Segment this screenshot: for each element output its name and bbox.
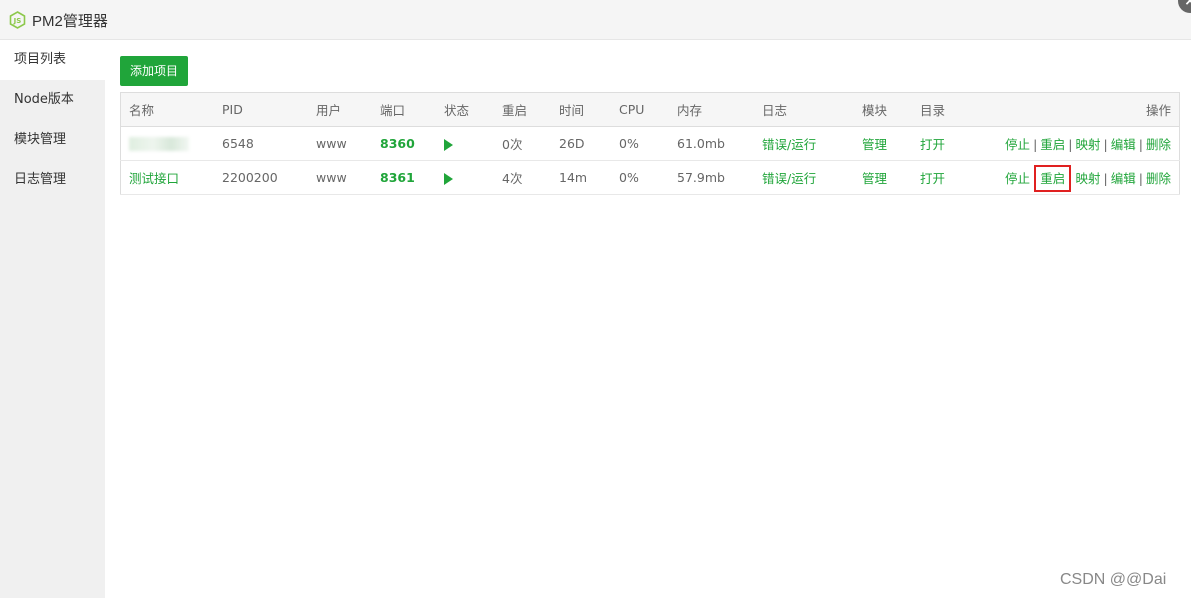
project-pid: 2200200 [222,160,316,195]
blurred-project-name [129,137,189,152]
add-project-button[interactable]: 添加项目 [120,56,189,86]
project-pid: 6548 [222,126,316,161]
header-name: 名称 [120,92,222,127]
open-dir-link[interactable]: 打开 [920,126,980,161]
table-row: 6548 www 8360 0次 26D 0% 61.0mb 错误/运行 管理 … [120,126,1180,161]
header-restarts: 重启 [502,92,559,127]
header-dir: 目录 [920,92,980,127]
sidebar: 项目列表 Node版本 模块管理 日志管理 [0,40,105,598]
svg-text:JS: JS [13,17,22,25]
nodejs-logo-icon: JS [9,11,26,29]
map-link[interactable]: 映射 [1076,137,1101,152]
header-port: 端口 [380,92,444,127]
project-memory: 61.0mb [677,126,762,161]
action-separator: | [1068,137,1073,152]
main-content: 添加项目 名称 PID 用户 端口 状态 重启 时间 CPU 内存 日志 模块 … [120,56,1180,195]
log-link[interactable]: 错误/运行 [762,160,862,195]
header-pid: PID [222,92,316,127]
module-manage-link[interactable]: 管理 [862,126,920,161]
delete-link[interactable]: 删除 [1146,171,1171,186]
project-uptime: 14m [559,160,619,195]
sidebar-item-module-management[interactable]: 模块管理 [0,120,105,160]
sidebar-item-log-management[interactable]: 日志管理 [0,160,105,200]
row-actions: 停止 | 重启 | 映射 | 编辑 | 删除 [980,160,1180,195]
header-actions: 操作 [980,92,1180,127]
action-separator: | [1138,137,1143,152]
project-memory: 57.9mb [677,160,762,195]
project-port[interactable]: 8361 [380,160,444,195]
sidebar-item-node-version[interactable]: Node版本 [0,80,105,120]
header-module: 模块 [862,92,920,127]
action-separator: | [1033,137,1038,152]
project-status [444,160,502,195]
header-user: 用户 [316,92,380,127]
edit-link[interactable]: 编辑 [1111,137,1136,152]
watermark: CSDN @@Dai [1060,571,1167,588]
play-icon [444,172,453,185]
project-cpu: 0% [619,160,677,195]
project-user: www [316,160,380,195]
header-log: 日志 [762,92,862,127]
project-uptime: 26D [559,126,619,161]
table-header-row: 名称 PID 用户 端口 状态 重启 时间 CPU 内存 日志 模块 目录 操作 [120,92,1180,127]
title-bar: JS PM2管理器 × [0,0,1191,40]
header-cpu: CPU [619,92,677,127]
header-uptime: 时间 [559,92,619,127]
project-name[interactable] [120,126,222,161]
log-link[interactable]: 错误/运行 [762,126,862,161]
close-icon[interactable]: × [1178,0,1191,13]
project-restarts: 0次 [502,126,559,161]
stop-link[interactable]: 停止 [1005,137,1030,152]
row-actions: 停止 | 重启 | 映射 | 编辑 | 删除 [980,126,1180,161]
action-separator: | [1033,171,1038,186]
stop-link[interactable]: 停止 [1005,171,1030,186]
action-separator: | [1068,171,1073,186]
header-memory: 内存 [677,92,762,127]
table-row: 测试接口 2200200 www 8361 4次 14m 0% 57.9mb 错… [120,160,1180,195]
project-restarts: 4次 [502,160,559,195]
module-manage-link[interactable]: 管理 [862,160,920,195]
open-dir-link[interactable]: 打开 [920,160,980,195]
project-status [444,126,502,161]
project-user: www [316,126,380,161]
action-separator: | [1103,137,1108,152]
restart-link[interactable]: 重启 [1040,137,1065,152]
app-title: PM2管理器 [32,13,108,30]
action-separator: | [1138,171,1143,186]
map-link[interactable]: 映射 [1076,171,1101,186]
project-table: 名称 PID 用户 端口 状态 重启 时间 CPU 内存 日志 模块 目录 操作… [120,92,1180,195]
project-cpu: 0% [619,126,677,161]
sidebar-item-project-list[interactable]: 项目列表 [0,40,105,80]
restart-link-highlighted[interactable]: 重启 [1034,165,1072,192]
project-port[interactable]: 8360 [380,126,444,161]
header-status: 状态 [444,92,502,127]
project-name[interactable]: 测试接口 [120,160,222,195]
delete-link[interactable]: 删除 [1146,137,1171,152]
action-separator: | [1103,171,1108,186]
edit-link[interactable]: 编辑 [1111,171,1136,186]
play-icon [444,138,453,151]
